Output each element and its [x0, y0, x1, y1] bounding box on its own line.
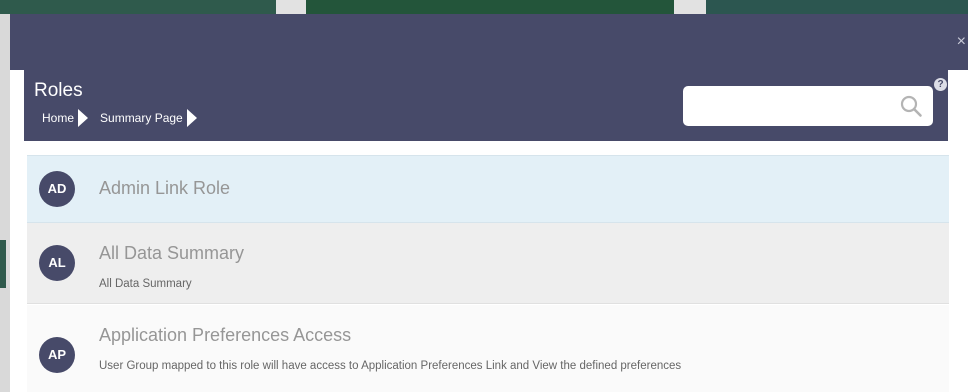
- chevron-right-icon: [78, 109, 89, 127]
- breadcrumb-summary-page[interactable]: Summary Page: [100, 111, 183, 125]
- page-title: Roles: [34, 80, 83, 101]
- role-description: User Group mapped to this role will have…: [99, 360, 682, 372]
- breadcrumb-home[interactable]: Home: [42, 111, 74, 125]
- search-input[interactable]: [683, 86, 933, 126]
- avatar: AD: [39, 171, 75, 207]
- role-name[interactable]: Application Preferences Access: [99, 325, 351, 346]
- role-row[interactable]: AD Admin Link Role: [27, 155, 949, 223]
- role-row[interactable]: AL All Data Summary All Data Summary: [27, 223, 949, 304]
- chevron-right-icon: [186, 109, 197, 127]
- avatar: AL: [39, 245, 75, 281]
- background-panel-2: [306, 0, 674, 14]
- dialog-header-band: [10, 14, 968, 70]
- close-icon[interactable]: ×: [957, 34, 966, 50]
- background-accent: [0, 240, 6, 288]
- avatar: AP: [39, 337, 75, 373]
- role-description: All Data Summary: [99, 278, 192, 290]
- role-row[interactable]: AP Application Preferences Access User G…: [27, 305, 949, 392]
- background-panel-1: [0, 0, 276, 14]
- background-panel-3: [706, 0, 968, 14]
- help-icon[interactable]: ?: [934, 78, 947, 91]
- search-icon[interactable]: [899, 94, 923, 118]
- roles-header: Roles Home Summary Page ?: [24, 70, 948, 141]
- role-name[interactable]: Admin Link Role: [99, 178, 230, 199]
- breadcrumb: Home Summary Page: [42, 108, 209, 128]
- background-page-strip: [0, 0, 968, 14]
- role-name[interactable]: All Data Summary: [99, 243, 244, 264]
